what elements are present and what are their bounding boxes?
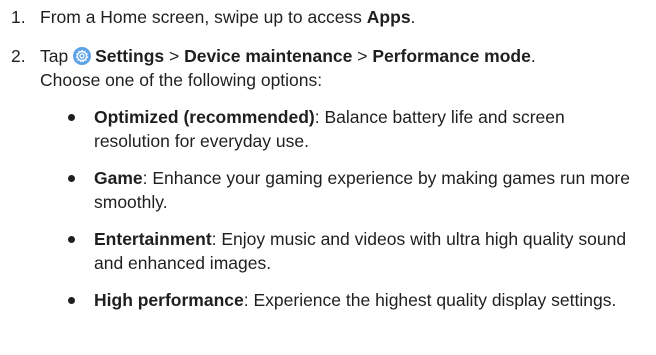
device-maintenance-keyword: Device maintenance <box>184 46 353 66</box>
apps-keyword: Apps <box>366 7 411 27</box>
step-number: 2. <box>11 46 26 66</box>
step-2: 2. Tap Settings > Device maintenance > P… <box>11 44 636 312</box>
settings-gear-icon <box>73 47 92 65</box>
option-name: Game <box>94 168 143 188</box>
option-name: Optimized (recommended) <box>94 107 315 127</box>
settings-keyword: Settings <box>95 46 165 66</box>
list-item: High performance: Experience the highest… <box>66 288 636 312</box>
path-separator: > <box>352 46 373 66</box>
bullet-icon <box>68 175 75 182</box>
step-2-choose-text: Choose one of the following options: <box>40 70 323 90</box>
list-item: Game: Enhance your gaming experience by … <box>66 166 636 214</box>
step-1-period: . <box>410 7 416 27</box>
performance-mode-keyword: Performance mode <box>372 46 531 66</box>
step-2-path: Tap Settings > Device maintenance > Perf… <box>40 44 636 68</box>
option-description: : Enhance your gaming experience by maki… <box>94 168 630 212</box>
step-1: 1. From a Home screen, swipe up to acces… <box>11 5 636 29</box>
list-item: Optimized (recommended): Balance battery… <box>66 105 636 153</box>
option-description: : Experience the highest quality display… <box>243 290 617 310</box>
list-item: Entertainment: Enjoy music and videos wi… <box>66 227 636 275</box>
step-2-period: . <box>530 46 536 66</box>
option-name: Entertainment <box>94 229 212 249</box>
step-1-text: From a Home screen, swipe up to access <box>40 7 367 27</box>
options-list: Optimized (recommended): Balance battery… <box>40 105 636 312</box>
step-2-tap: Tap <box>40 46 74 66</box>
bullet-icon <box>68 236 75 243</box>
option-name: High performance <box>94 290 244 310</box>
instruction-page: 1. From a Home screen, swipe up to acces… <box>0 0 656 355</box>
step-number: 1. <box>11 7 26 27</box>
bullet-icon <box>68 297 75 304</box>
bullet-icon <box>68 114 75 121</box>
path-separator: > <box>164 46 185 66</box>
